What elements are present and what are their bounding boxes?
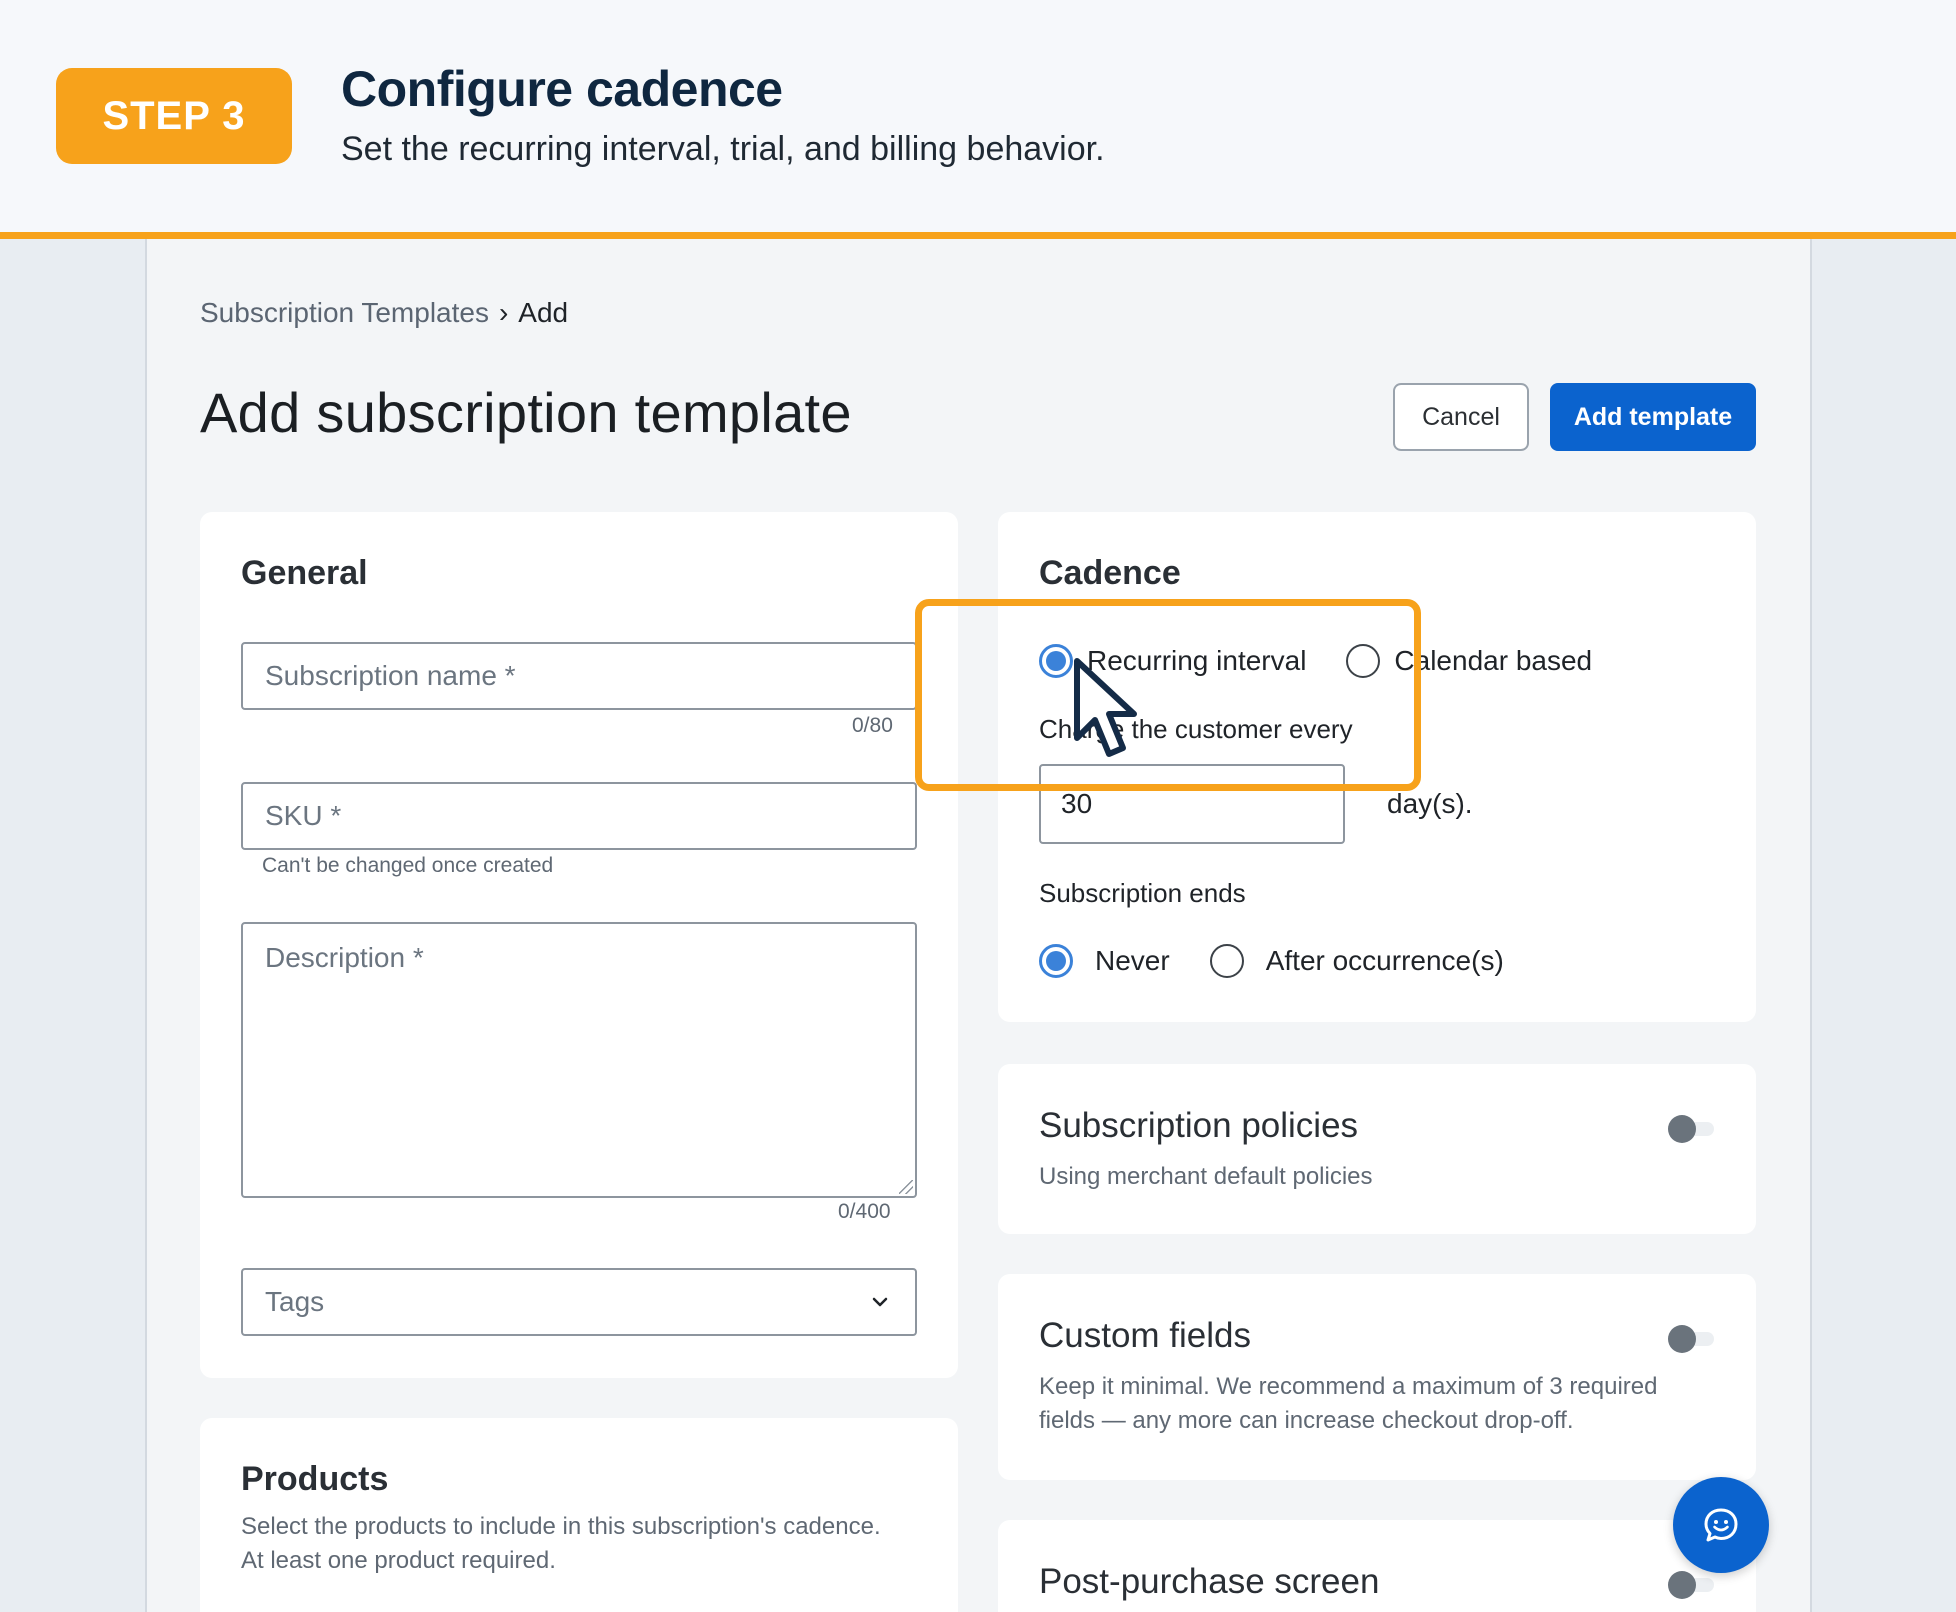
- step-banner: STEP 3 Configure cadence Set the recurri…: [0, 0, 1956, 239]
- name-char-counter: 0/80: [852, 714, 893, 737]
- general-card: General Subscription name * 0/80 SKU * C…: [200, 512, 958, 1378]
- cadence-type-radio-group: Recurring interval Calendar based: [1039, 644, 1592, 678]
- custom-fields-heading: Custom fields: [1039, 1316, 1252, 1355]
- subscription-name-placeholder: Subscription name *: [265, 660, 516, 691]
- calendar-based-radio[interactable]: [1346, 644, 1381, 678]
- description-char-counter: 0/400: [838, 1200, 891, 1223]
- post-purchase-heading: Post-purchase screen: [1039, 1562, 1380, 1601]
- sku-helper-text: Can't be changed once created: [262, 854, 554, 877]
- sku-input[interactable]: SKU *: [241, 782, 917, 850]
- recurring-interval-label[interactable]: Recurring interval: [1087, 645, 1306, 677]
- never-radio[interactable]: [1039, 944, 1073, 978]
- post-purchase-card: Post-purchase screen: [998, 1520, 1756, 1612]
- banner-title: Configure cadence: [341, 61, 783, 117]
- subscription-ends-label: Subscription ends: [1039, 878, 1246, 908]
- chat-bubble-icon: [1704, 1508, 1738, 1542]
- tags-placeholder: Tags: [265, 1286, 325, 1317]
- subscription-ends-radio-group: Never After occurrence(s): [1039, 944, 1504, 978]
- banner-subtitle: Set the recurring interval, trial, and b…: [341, 130, 1105, 168]
- policies-description: Using merchant default policies: [1039, 1163, 1373, 1190]
- interval-count-value: 30: [1061, 788, 1093, 819]
- breadcrumb-parent-link[interactable]: Subscription Templates: [200, 297, 489, 329]
- description-placeholder: Description *: [265, 942, 424, 973]
- policies-heading: Subscription policies: [1039, 1106, 1359, 1145]
- subscription-policies-card: Subscription policies Using merchant def…: [998, 1064, 1756, 1234]
- page-title: Add subscription template: [200, 381, 852, 444]
- resize-handle-icon[interactable]: [899, 1180, 913, 1194]
- custom-fields-description: Keep it minimal. We recommend a maximum …: [1039, 1373, 1658, 1434]
- breadcrumb: Subscription Templates › Add: [200, 297, 568, 329]
- products-card: Products Select the products to include …: [200, 1418, 958, 1612]
- sku-placeholder: SKU *: [265, 800, 342, 831]
- products-description: Select the products to include in this s…: [241, 1513, 881, 1574]
- after-occurrences-radio[interactable]: [1209, 944, 1244, 978]
- products-heading: Products: [241, 1460, 389, 1498]
- interval-count-input[interactable]: 30: [1039, 764, 1345, 844]
- tags-select[interactable]: Tags: [241, 1268, 917, 1336]
- cadence-heading: Cadence: [1039, 554, 1181, 592]
- never-label[interactable]: Never: [1095, 945, 1170, 977]
- custom-fields-toggle[interactable]: [1668, 1325, 1716, 1353]
- chevron-down-icon: [872, 1297, 888, 1307]
- policies-toggle[interactable]: [1668, 1115, 1716, 1143]
- add-template-button[interactable]: Add template: [1550, 383, 1756, 451]
- calendar-based-label[interactable]: Calendar based: [1394, 645, 1592, 677]
- chat-button[interactable]: [1673, 1477, 1769, 1573]
- breadcrumb-separator-icon: ›: [498, 297, 509, 328]
- cancel-button[interactable]: Cancel: [1393, 383, 1529, 451]
- post-purchase-toggle[interactable]: [1668, 1571, 1716, 1599]
- after-occurrences-label[interactable]: After occurrence(s): [1266, 945, 1504, 977]
- recurring-interval-radio[interactable]: [1039, 644, 1073, 678]
- charge-every-label: Charge the customer every: [1039, 714, 1353, 744]
- custom-fields-card: Custom fields Keep it minimal. We recomm…: [998, 1274, 1756, 1480]
- subscription-name-input[interactable]: Subscription name *: [241, 642, 917, 710]
- cadence-card: Cadence Recurring interval Calendar base…: [998, 512, 1756, 1022]
- description-textarea[interactable]: Description *: [241, 922, 917, 1198]
- general-heading: General: [241, 554, 368, 592]
- interval-unit-label: day(s).: [1387, 788, 1473, 819]
- step-badge: STEP 3: [56, 68, 292, 164]
- breadcrumb-current: Add: [518, 297, 569, 328]
